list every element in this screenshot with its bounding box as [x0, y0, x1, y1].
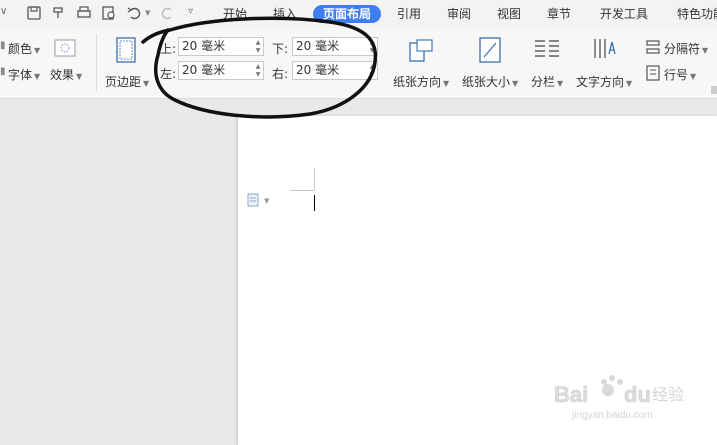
- effect-icon[interactable]: [54, 39, 76, 57]
- theme-color-label: 颜色: [8, 42, 33, 56]
- tab-sections[interactable]: 章节: [537, 5, 581, 23]
- separator-icon[interactable]: [645, 40, 661, 54]
- paper-size-button[interactable]: 纸张大小 ▼: [462, 73, 518, 90]
- paper-size-label: 纸张大小: [462, 75, 511, 89]
- svg-text:Bai: Bai: [554, 382, 588, 407]
- document-canvas: [0, 99, 238, 445]
- top-margin-value: 20 毫米: [182, 39, 226, 53]
- tab-insert[interactable]: 插入: [263, 5, 307, 23]
- theme-effect-button[interactable]: 效果 ▼: [50, 66, 82, 83]
- paste-options-dropdown-icon[interactable]: ▼: [264, 197, 269, 205]
- title-tab-bar: ∨ ▼ ▿ 开始 插入 页面布局 引用 审阅 视图 章节 开发工具 特色功能: [0, 0, 717, 28]
- top-margin-label: 上:: [160, 42, 177, 56]
- tab-page-layout[interactable]: 页面布局: [313, 5, 382, 23]
- font-theme-icon: ▮: [0, 66, 6, 77]
- theme-color-button[interactable]: 颜色 ▼: [8, 40, 40, 57]
- ribbon: ▮ 颜色 ▼ ▮ 字体 ▼ 效果 ▼ 页边距 ▼ 上: 20 毫米 ▲ ▼ 下: 20 毫…: [0, 28, 717, 99]
- left-margin-value: 20 毫米: [182, 63, 226, 77]
- customize-toolbar-icon[interactable]: ▿: [188, 6, 193, 17]
- top-margin-stepper[interactable]: ▲ ▼: [254, 39, 262, 55]
- tab-developer[interactable]: 开发工具: [590, 5, 658, 23]
- margin-marker-vertical: [314, 168, 315, 190]
- text-direction-button[interactable]: 文字方向 ▼: [576, 73, 632, 90]
- margin-marker-horizontal: [290, 190, 314, 191]
- paper-size-icon[interactable]: [479, 37, 501, 63]
- orientation-label: 纸张方向: [393, 75, 442, 89]
- columns-label: 分栏: [531, 75, 556, 89]
- left-margin-stepper[interactable]: ▲ ▼: [254, 63, 262, 79]
- text-direction-label: 文字方向: [576, 75, 625, 89]
- svg-text:经验: 经验: [652, 385, 684, 404]
- tab-references[interactable]: 引用: [387, 5, 431, 23]
- top-margin-input[interactable]: 20 毫米 ▲ ▼: [178, 37, 264, 56]
- margins-label: 页边距: [105, 75, 142, 89]
- format-painter-icon[interactable]: [51, 5, 67, 21]
- save-icon[interactable]: [26, 5, 42, 21]
- svg-text:du: du: [624, 382, 651, 407]
- left-margin-input[interactable]: 20 毫米 ▲ ▼: [178, 61, 264, 80]
- tab-special-features[interactable]: 特色功能: [667, 5, 717, 23]
- right-margin-input[interactable]: 20 毫米 ▲ ▼: [292, 61, 378, 80]
- palette-icon: ▮: [0, 40, 6, 51]
- right-margin-stepper[interactable]: ▲ ▼: [368, 63, 376, 79]
- right-margin-label: 右:: [272, 67, 289, 81]
- separator-button[interactable]: 分隔符 ▼: [664, 40, 708, 57]
- svg-text:jingyan.baidu.com: jingyan.baidu.com: [571, 410, 653, 421]
- print-icon[interactable]: [76, 5, 92, 21]
- print-preview-icon[interactable]: [101, 5, 117, 21]
- bottom-margin-stepper[interactable]: ▲ ▼: [368, 39, 376, 55]
- ribbon-scroll-handle[interactable]: [711, 86, 717, 94]
- line-number-icon[interactable]: [645, 65, 661, 81]
- divider: [96, 34, 97, 92]
- line-number-label: 行号: [664, 68, 689, 82]
- text-direction-icon[interactable]: [592, 36, 618, 62]
- left-margin-label: 左:: [160, 67, 177, 81]
- bottom-margin-input[interactable]: 20 毫米 ▲ ▼: [292, 37, 378, 56]
- undo-icon[interactable]: [126, 5, 142, 21]
- theme-effect-label: 效果: [50, 68, 75, 82]
- chevron-icon[interactable]: ∨: [0, 6, 7, 17]
- paste-options-icon[interactable]: [247, 193, 259, 207]
- text-cursor: [314, 195, 315, 211]
- orientation-button[interactable]: 纸张方向 ▼: [393, 73, 449, 90]
- columns-button[interactable]: 分栏 ▼: [531, 73, 563, 90]
- orientation-icon[interactable]: [408, 37, 434, 63]
- bottom-margin-value: 20 毫米: [296, 39, 340, 53]
- tab-home[interactable]: 开始: [213, 5, 257, 23]
- margins-icon[interactable]: [116, 37, 136, 63]
- margins-button[interactable]: 页边距 ▼: [105, 73, 149, 90]
- bottom-margin-label: 下:: [272, 42, 289, 56]
- separator-label: 分隔符: [664, 42, 701, 56]
- columns-icon[interactable]: [534, 38, 560, 60]
- baidu-watermark-logo: Bai du 经验 jingyan.baidu.com: [554, 375, 684, 421]
- theme-font-label: 字体: [8, 68, 33, 82]
- theme-font-button[interactable]: 字体 ▼: [8, 66, 40, 83]
- tab-review[interactable]: 审阅: [437, 5, 481, 23]
- tab-view[interactable]: 视图: [487, 5, 531, 23]
- right-margin-value: 20 毫米: [296, 63, 340, 77]
- redo-icon[interactable]: [160, 5, 176, 21]
- undo-dropdown-icon[interactable]: ▼: [145, 9, 150, 17]
- line-number-button[interactable]: 行号 ▼: [664, 66, 696, 83]
